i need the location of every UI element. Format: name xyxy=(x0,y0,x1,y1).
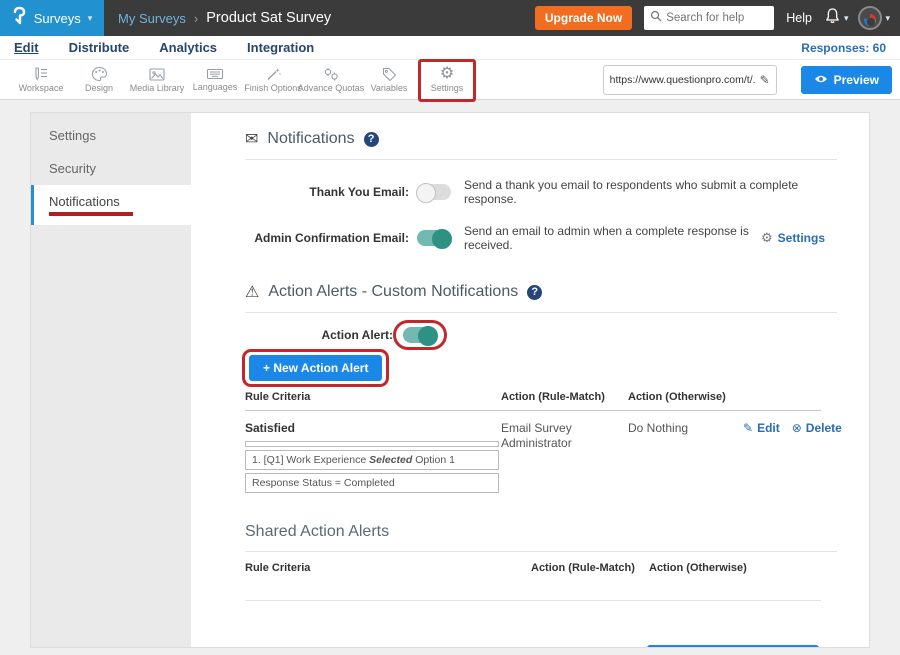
delete-icon: ⊗ xyxy=(792,421,802,435)
admin-confirmation-email-row: Admin Confirmation Email: Send an email … xyxy=(245,224,837,252)
admin-confirmation-email-toggle[interactable] xyxy=(417,230,451,246)
survey-toolbar: Workspace Design Media Library Languages… xyxy=(0,60,900,100)
thank-you-email-row: Thank You Email: Send a thank you email … xyxy=(245,178,837,206)
table-row: Satisfied 1. [Q1] Work Experience Select… xyxy=(245,411,821,493)
rule-match-value: Email Survey Administrator xyxy=(501,421,597,493)
toolbar-item-media-library[interactable]: Media Library xyxy=(128,60,186,100)
breadcrumb-current: Product Sat Survey xyxy=(206,10,331,26)
thank-you-email-description: Send a thank you email to respondents wh… xyxy=(464,178,837,206)
rule-status: Satisfied xyxy=(245,421,501,435)
gear-icon: ⚙ xyxy=(761,230,773,246)
admin-email-settings-link[interactable]: ⚙ Settings xyxy=(761,230,825,246)
tab-distribute[interactable]: Distribute xyxy=(69,40,130,55)
help-search-input[interactable] xyxy=(666,12,766,24)
shared-alerts-table: Rule Criteria Action (Rule-Match) Action… xyxy=(245,562,821,601)
notifications-bell-button[interactable]: ▾ xyxy=(824,7,849,30)
tab-integration[interactable]: Integration xyxy=(247,40,314,55)
new-action-alert-button[interactable]: + New Action Alert xyxy=(249,355,382,381)
thank-you-email-label: Thank You Email: xyxy=(245,185,409,199)
image-icon xyxy=(148,67,166,82)
annotation-notifications-underline xyxy=(49,212,133,216)
upgrade-now-button[interactable]: Upgrade Now xyxy=(535,6,632,30)
preview-button[interactable]: Preview xyxy=(801,66,892,94)
survey-url-field[interactable]: ✎ xyxy=(603,65,777,95)
eye-icon xyxy=(814,73,828,87)
sidebar-item-security[interactable]: Security xyxy=(31,152,191,185)
action-alert-label: Action Alert: xyxy=(245,328,393,342)
toolbar-item-design[interactable]: Design xyxy=(70,60,128,100)
col-action-rule-match: Action (Rule-Match) xyxy=(531,562,649,574)
sidebar-item-notifications[interactable]: Notifications xyxy=(31,185,191,225)
avatar xyxy=(858,6,882,30)
admin-confirmation-email-label: Admin Confirmation Email: xyxy=(245,231,409,245)
criteria-item: 1. [Q1] Work Experience Selected Option … xyxy=(245,450,499,470)
toolbar-item-workspace[interactable]: Workspace xyxy=(12,60,70,100)
toolbar-item-settings[interactable]: ⚙ Settings xyxy=(418,60,476,100)
gears-icon xyxy=(322,66,340,82)
tag-icon xyxy=(381,66,398,82)
surveys-menu[interactable]: Surveys ▾ xyxy=(0,0,104,36)
breadcrumb-separator-icon: › xyxy=(194,11,198,26)
toolbar-item-languages[interactable]: Languages xyxy=(186,60,244,100)
edit-alert-link[interactable]: ✎Edit xyxy=(743,421,780,435)
magic-wand-icon xyxy=(265,66,282,82)
toolbar-item-advance-quotas[interactable]: Advance Quotas xyxy=(302,60,360,100)
survey-url-input[interactable] xyxy=(610,74,756,86)
col-rule-criteria: Rule Criteria xyxy=(245,562,531,574)
otherwise-value: Do Nothing xyxy=(628,421,743,493)
palette-icon xyxy=(91,66,108,82)
envelope-icon: ✉ xyxy=(245,129,258,149)
edit-pencil-icon[interactable]: ✎ xyxy=(760,73,770,87)
breadcrumb: My Surveys › Product Sat Survey xyxy=(118,10,331,26)
top-navbar: Surveys ▾ My Surveys › Product Sat Surve… xyxy=(0,0,900,36)
action-alerts-section-title: ⚠ Action Alerts - Custom Notifications ? xyxy=(245,282,837,302)
new-notification-group-button[interactable]: + New Notification Group xyxy=(647,645,819,648)
warning-icon: ⚠ xyxy=(245,282,259,302)
help-icon[interactable]: ? xyxy=(527,285,542,300)
search-icon xyxy=(650,9,662,27)
toolbar-item-variables[interactable]: Variables xyxy=(360,60,418,100)
col-action-otherwise: Action (Otherwise) xyxy=(649,562,821,574)
delete-alert-link[interactable]: ⊗Delete xyxy=(792,421,842,435)
action-alerts-table: Rule Criteria Action (Rule-Match) Action… xyxy=(245,391,821,493)
col-action-rule-match: Action (Rule-Match) xyxy=(501,391,628,403)
gear-icon: ⚙ xyxy=(440,66,454,82)
chevron-down-icon: ▾ xyxy=(844,13,849,24)
settings-sidebar: Settings Security Notifications xyxy=(31,113,191,647)
notifications-section-title: ✉ Notifications ? xyxy=(245,129,837,149)
settings-card: Settings Security Notifications ✉ Notifi… xyxy=(30,112,870,648)
help-link[interactable]: Help xyxy=(786,11,812,25)
criteria-strip xyxy=(245,441,499,447)
tab-analytics[interactable]: Analytics xyxy=(159,40,217,55)
help-icon[interactable]: ? xyxy=(364,132,379,147)
tab-edit[interactable]: Edit xyxy=(14,40,39,55)
admin-confirmation-email-description: Send an email to admin when a complete r… xyxy=(464,224,761,252)
action-alert-toggle-row: Action Alert: xyxy=(245,327,837,343)
responses-count[interactable]: Responses: 60 xyxy=(801,41,886,55)
breadcrumb-parent[interactable]: My Surveys xyxy=(118,11,186,26)
toolbar-item-finish-options[interactable]: Finish Options xyxy=(244,60,302,100)
action-alert-toggle[interactable] xyxy=(403,327,437,343)
sidebar-item-settings[interactable]: Settings xyxy=(31,119,191,152)
help-search-box[interactable] xyxy=(644,6,774,30)
surveys-menu-label: Surveys xyxy=(34,11,81,26)
bell-icon xyxy=(824,7,841,30)
section-tabs: Edit Distribute Analytics Integration Re… xyxy=(0,36,900,60)
chevron-down-icon: ▾ xyxy=(885,13,890,24)
questionpro-logo-icon xyxy=(12,6,27,30)
workspace-icon xyxy=(32,66,50,82)
chevron-down-icon: ▾ xyxy=(88,13,93,24)
col-rule-criteria: Rule Criteria xyxy=(245,391,501,403)
account-menu-button[interactable]: ▾ xyxy=(858,6,890,30)
col-action-otherwise: Action (Otherwise) xyxy=(628,391,743,403)
criteria-item: Response Status = Completed xyxy=(245,473,499,493)
thank-you-email-toggle[interactable] xyxy=(417,184,451,200)
edit-icon: ✎ xyxy=(743,421,753,435)
keyboard-icon xyxy=(206,67,224,81)
shared-action-alerts-title: Shared Action Alerts xyxy=(245,523,837,541)
